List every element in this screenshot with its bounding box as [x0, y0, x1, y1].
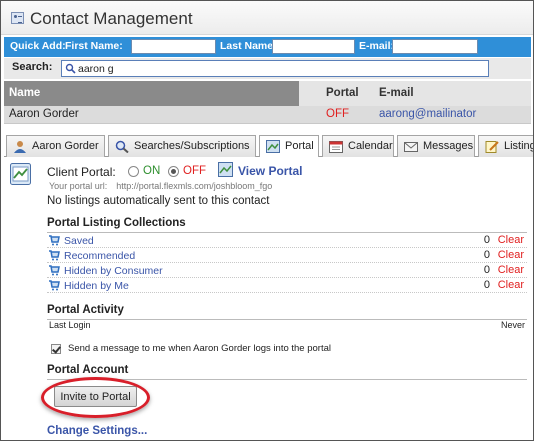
portal-off-radio[interactable]: [168, 166, 179, 177]
contact-name[interactable]: Aaron Gorder: [9, 108, 79, 120]
person-icon: [14, 141, 26, 153]
clear-recommended-link[interactable]: Clear: [498, 249, 524, 261]
portal-panel: Client Portal: ON OFF View Portal Your p…: [4, 157, 531, 440]
view-portal-link[interactable]: View Portal: [238, 164, 302, 178]
tab-label: Searches/Subscriptions: [134, 140, 250, 152]
first-name-label: First Name:: [65, 40, 123, 52]
magnifier-icon: [115, 140, 129, 153]
search-box[interactable]: [61, 60, 489, 77]
cart-icon: [49, 235, 60, 246]
last-login-value: Never: [501, 320, 526, 330]
tab-label: Portal: [285, 140, 314, 152]
list-item: Saved 0 Clear: [47, 233, 527, 248]
portal-on-label[interactable]: ON: [143, 165, 160, 177]
client-portal-label: Client Portal:: [47, 165, 116, 179]
tab-searches-subscriptions[interactable]: Searches/Subscriptions: [108, 135, 256, 157]
collection-saved-link[interactable]: Saved: [64, 235, 94, 247]
activity-title: Portal Activity: [47, 304, 124, 316]
section-divider: [47, 319, 527, 320]
column-header-name[interactable]: Name: [4, 81, 299, 106]
search-row: Search:: [4, 58, 531, 79]
tab-portal[interactable]: Portal: [259, 135, 319, 158]
collection-hidden-by-consumer-link[interactable]: Hidden by Consumer: [64, 265, 163, 277]
table-row[interactable]: Aaron Gorder OFF aarong@mailinator: [4, 106, 531, 124]
collection-hidden-by-me-link[interactable]: Hidden by Me: [64, 280, 129, 292]
last-login-label: Last Login: [49, 320, 91, 330]
collection-count: 0: [483, 279, 490, 291]
clear-hidden-by-me-link[interactable]: Clear: [498, 279, 524, 291]
tab-contact[interactable]: Aaron Gorder: [6, 135, 105, 157]
portal-window-icon: [10, 163, 31, 185]
tab-calendar[interactable]: Calendar: [322, 135, 394, 157]
search-icon: [65, 63, 76, 74]
results-header: Name Portal E-mail: [4, 81, 531, 106]
portal-status: OFF: [326, 108, 349, 120]
collection-count: 0: [483, 234, 490, 246]
account-title: Portal Account: [47, 364, 129, 376]
title-bar: Contact Management: [1, 1, 533, 35]
notify-login-label[interactable]: Send a message to me when Aaron Gorder l…: [68, 343, 331, 354]
email-input[interactable]: [392, 39, 478, 54]
pencil-icon: [485, 141, 499, 153]
cart-icon: [49, 250, 60, 261]
envelope-icon: [404, 142, 418, 152]
search-input[interactable]: [78, 62, 478, 75]
invite-to-portal-button[interactable]: Invite to Portal: [54, 386, 137, 407]
portal-on-radio[interactable]: [128, 166, 139, 177]
contact-tabs: Aaron Gorder Searches/Subscriptions Port…: [4, 133, 533, 158]
page-title: Contact Management: [30, 9, 193, 28]
portal-url: Your portal url: http://portal.flexmls.co…: [49, 181, 272, 191]
contact-card-icon: [11, 12, 24, 24]
tab-listings[interactable]: Listings: [478, 135, 533, 157]
results-header-right: Portal E-mail: [299, 81, 531, 106]
list-item: Hidden by Consumer 0 Clear: [47, 263, 527, 278]
tab-label: Listings: [504, 140, 533, 152]
collection-count: 0: [483, 249, 490, 261]
change-settings-link[interactable]: Change Settings...: [47, 425, 147, 437]
tab-label: Aaron Gorder: [32, 140, 99, 152]
no-listings-text: No listings automatically sent to this c…: [47, 195, 270, 207]
search-label: Search:: [12, 61, 53, 73]
quick-add-bar: Quick Add: First Name: Last Name: E-mail…: [4, 37, 531, 57]
column-header-portal[interactable]: Portal: [326, 87, 359, 99]
tab-label: Messages: [423, 140, 474, 152]
last-name-label: Last Name:: [220, 40, 277, 52]
quick-add-label: Quick Add:: [10, 40, 66, 52]
email-label: E-mail:: [359, 40, 395, 52]
collections-title: Portal Listing Collections: [47, 217, 186, 229]
cart-icon: [49, 280, 60, 291]
list-item: Hidden by Me 0 Clear: [47, 278, 527, 293]
cart-icon: [49, 265, 60, 276]
portal-off-label[interactable]: OFF: [183, 165, 206, 177]
view-portal-icon[interactable]: [218, 162, 233, 177]
last-name-input[interactable]: [272, 39, 355, 54]
list-item: Recommended 0 Clear: [47, 248, 527, 263]
calendar-icon: [329, 141, 343, 153]
clear-hidden-by-consumer-link[interactable]: Clear: [498, 264, 524, 276]
tab-messages[interactable]: Messages: [397, 135, 475, 157]
collection-count: 0: [483, 264, 490, 276]
clear-saved-link[interactable]: Clear: [498, 234, 524, 246]
portal-icon: [266, 140, 280, 153]
contact-management-window: Contact Management Quick Add: First Name…: [0, 0, 534, 441]
collection-recommended-link[interactable]: Recommended: [64, 250, 135, 262]
portal-url-label: Your portal url:: [49, 181, 108, 191]
column-header-email[interactable]: E-mail: [379, 87, 414, 99]
notify-login-checkbox[interactable]: [51, 344, 61, 354]
portal-url-value: http://portal.flexmls.com/joshbloom_fgo: [116, 181, 273, 191]
first-name-input[interactable]: [131, 39, 216, 54]
tab-label: Calendar: [348, 140, 393, 152]
section-divider: [47, 379, 527, 380]
contact-email-link[interactable]: aarong@mailinator: [379, 108, 476, 120]
